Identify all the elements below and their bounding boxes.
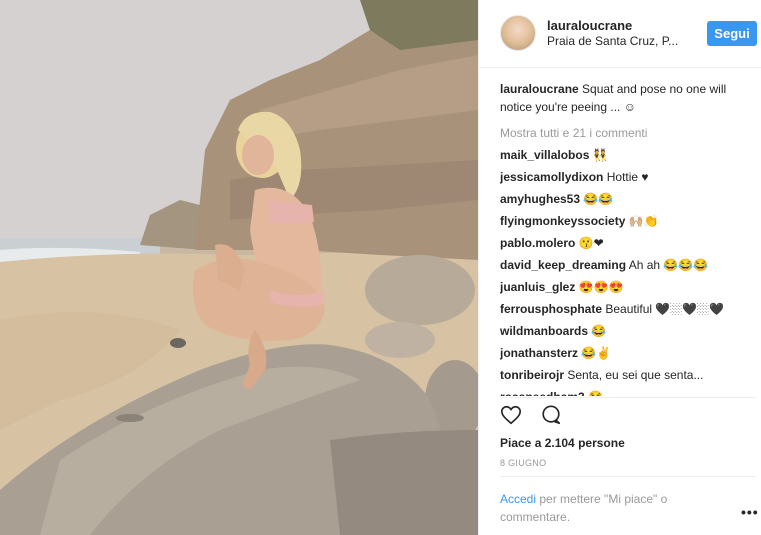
comment-text: 😂 — [588, 390, 603, 396]
comment-row: rossneedham3 😂 — [500, 388, 755, 396]
comment-username[interactable]: david_keep_dreaming — [500, 258, 626, 272]
post-photo[interactable] — [0, 0, 478, 535]
comment-username[interactable]: jonathansterz — [500, 346, 578, 360]
comment-row: amyhughes53 😂😂 — [500, 190, 755, 212]
login-link[interactable]: Accedi — [500, 492, 536, 506]
caption-username[interactable]: lauraloucrane — [500, 82, 579, 96]
comment-row: flyingmonkeyssociety 🙌🏼👏 — [500, 212, 755, 234]
comments-list[interactable]: lauraloucrane Squat and pose no one will… — [500, 80, 755, 396]
comment-username[interactable]: wildmanboards — [500, 324, 588, 338]
comment-text: Ah ah 😂😂😂 — [628, 258, 709, 272]
comment-text: 😗❤ — [578, 236, 604, 250]
post-location[interactable]: Praia de Santa Cruz, P... — [547, 34, 678, 48]
comment-text: Senta, eu sei que senta... — [567, 368, 704, 382]
login-prompt: Accedi per mettere "Mi piace" o commenta… — [500, 490, 710, 526]
comment-row: jessicamollydixon Hottie ♥ — [500, 168, 755, 190]
comment-text: 👯 — [592, 148, 608, 162]
comment-row: wildmanboards 😂 — [500, 322, 755, 344]
comment-username[interactable]: rossneedham3 — [500, 390, 585, 396]
comment-text: 😍😍😍 — [578, 280, 624, 294]
view-all-comments-link[interactable]: Mostra tutti e 21 i commenti — [500, 124, 755, 142]
avatar[interactable] — [500, 15, 536, 51]
comment-row: tonribeirojr Senta, eu sei que senta... — [500, 366, 755, 388]
follow-button[interactable]: Segui — [707, 21, 757, 46]
comment-username[interactable]: ferrousphosphate — [500, 302, 602, 316]
author-username[interactable]: lauraloucrane — [547, 18, 632, 33]
post-actions — [500, 404, 576, 430]
comment-text: 😂 — [591, 324, 607, 338]
heart-icon[interactable] — [500, 404, 524, 428]
comment-username[interactable]: juanluis_glez — [500, 280, 575, 294]
comment-username[interactable]: amyhughes53 — [500, 192, 580, 206]
comment-username[interactable]: tonribeirojr — [500, 368, 564, 382]
beach-photo-illustration — [0, 0, 478, 535]
comment-username[interactable]: pablo.molero — [500, 236, 575, 250]
comment-row: jonathansterz 😂✌ — [500, 344, 755, 366]
comment-username[interactable]: maik_villalobos — [500, 148, 589, 162]
comment-text: 😂😂 — [583, 192, 614, 206]
comment-username[interactable]: flyingmonkeyssociety — [500, 214, 625, 228]
likes-count[interactable]: Piace a 2.104 persone — [500, 436, 625, 450]
comment-text: 🙌🏼👏 — [628, 214, 659, 228]
comment-text: 😂✌ — [581, 346, 612, 360]
comment-username[interactable]: jessicamollydixon — [500, 170, 603, 184]
post-date[interactable]: 8 GIUGNO — [500, 458, 546, 468]
post-side-panel: lauraloucrane Praia de Santa Cruz, P... … — [478, 0, 761, 535]
comment-bubble-icon[interactable] — [540, 404, 564, 428]
comment-row: pablo.molero 😗❤ — [500, 234, 755, 256]
divider — [500, 476, 756, 477]
comment-row: maik_villalobos 👯 — [500, 146, 755, 168]
more-options-icon[interactable]: ••• — [741, 504, 759, 520]
post-header: lauraloucrane Praia de Santa Cruz, P... … — [479, 0, 761, 68]
divider — [500, 397, 756, 398]
comment-row: juanluis_glez 😍😍😍 — [500, 278, 755, 300]
comment-row: david_keep_dreaming Ah ah 😂😂😂 — [500, 256, 755, 278]
comment-row: ferrousphosphate Beautiful 🖤🏼🖤🏼🖤 — [500, 300, 755, 322]
post-caption: lauraloucrane Squat and pose no one will… — [500, 80, 755, 116]
comment-text: Beautiful 🖤🏼🖤🏼🖤 — [605, 302, 725, 316]
comment-text: Hottie ♥ — [606, 170, 649, 184]
